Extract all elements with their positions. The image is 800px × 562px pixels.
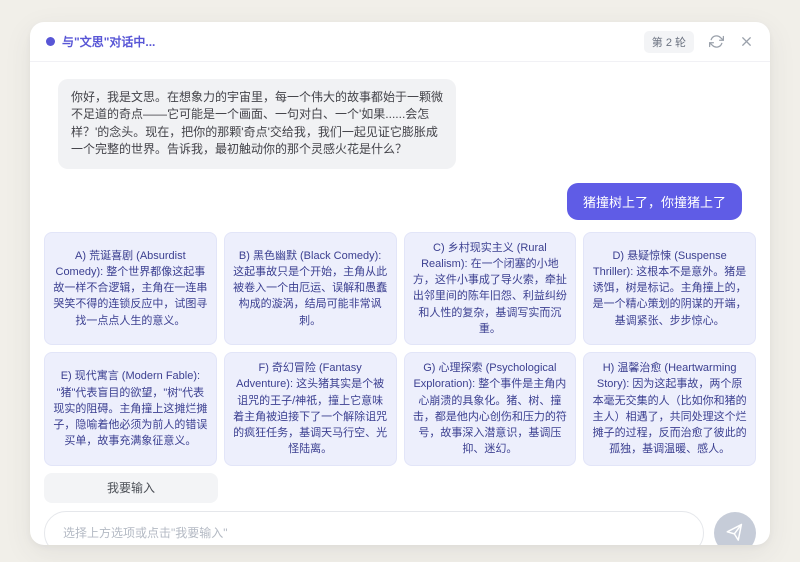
- option-card-b[interactable]: B) 黑色幽默 (Black Comedy): 这起事故只是个开始，主角从此被卷…: [224, 232, 397, 346]
- round-badge: 第 2 轮: [644, 31, 694, 53]
- option-card-f[interactable]: F) 奇幻冒险 (Fantasy Adventure): 这头猪其实是个被诅咒的…: [224, 352, 397, 466]
- chat-dialog-modal: 与"文思"对话中... 第 2 轮 你好，我是文思。在想象力的宇宙里，每一个伟大…: [30, 22, 770, 545]
- option-card-h[interactable]: H) 温馨治愈 (Heartwarming Story): 因为这起事故，两个原…: [583, 352, 756, 466]
- dialog-header-left: 与"文思"对话中...: [46, 33, 155, 50]
- option-card-a[interactable]: A) 荒诞喜剧 (Absurdist Comedy): 整个世界都像这起事故一样…: [44, 232, 217, 346]
- option-card-c[interactable]: C) 乡村现实主义 (Rural Realism): 在一个闭塞的小地方，这件小…: [404, 232, 577, 346]
- user-message: 猪撞树上了，你撞猪上了: [567, 183, 742, 220]
- assistant-message: 你好，我是文思。在想象力的宇宙里，每一个伟大的故事都始于一颗微不足道的奇点——它…: [58, 79, 456, 169]
- status-dot-icon: [46, 37, 55, 46]
- chat-area: 你好，我是文思。在想象力的宇宙里，每一个伟大的故事都始于一颗微不足道的奇点——它…: [30, 62, 770, 232]
- input-row: [44, 511, 756, 545]
- paper-plane-icon: [726, 524, 744, 542]
- manual-input-button[interactable]: 我要输入: [44, 473, 218, 503]
- option-card-d[interactable]: D) 悬疑惊悚 (Suspense Thriller): 这根本不是意外。猪是诱…: [583, 232, 756, 346]
- send-button[interactable]: [714, 512, 756, 545]
- option-card-e[interactable]: E) 现代寓言 (Modern Fable): "猪"代表盲目的欲望，"树"代表…: [44, 352, 217, 466]
- options-grid: A) 荒诞喜剧 (Absurdist Comedy): 整个世界都像这起事故一样…: [30, 232, 770, 466]
- dialog-header: 与"文思"对话中... 第 2 轮: [30, 22, 770, 62]
- option-card-g[interactable]: G) 心理探索 (Psychological Exploration): 整个事…: [404, 352, 577, 466]
- user-message-row: 猪撞树上了，你撞猪上了: [58, 183, 742, 220]
- chat-input[interactable]: [44, 511, 704, 545]
- dialog-footer: 我要输入: [30, 466, 770, 545]
- dialog-title: 与"文思"对话中...: [62, 33, 155, 50]
- close-icon[interactable]: [738, 34, 754, 50]
- refresh-icon[interactable]: [708, 34, 724, 50]
- dialog-header-right: 第 2 轮: [644, 31, 754, 53]
